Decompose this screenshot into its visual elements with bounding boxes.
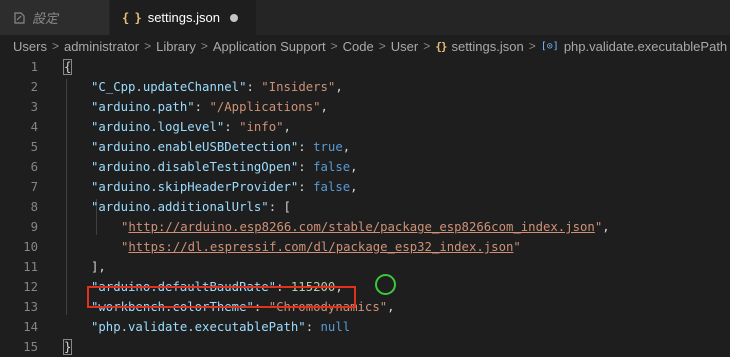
code-line: 7 "arduino.skipHeaderProvider": false,	[0, 177, 730, 197]
url-link[interactable]: http://arduino.esp8266.com/stable/packag…	[128, 220, 594, 234]
comma: ,	[320, 100, 328, 114]
open-bracket: [	[283, 200, 291, 214]
code-line: 9 "http://arduino.esp8266.com/stable/pac…	[0, 217, 730, 237]
tab-settings-ui[interactable]: 設定	[0, 0, 110, 35]
code-line: 2 "C_Cpp.updateChannel": "Insiders",	[0, 77, 730, 97]
chevron-right-icon: >	[330, 39, 338, 53]
line-number: 5	[30, 140, 38, 154]
comma: ,	[387, 300, 395, 314]
tab-settings-json[interactable]: { } settings.json	[110, 0, 256, 35]
json-key: "arduino.additionalUrls"	[91, 200, 269, 214]
code-line: 3 "arduino.path": "/Applications",	[0, 97, 730, 117]
json-value: "/Applications"	[209, 100, 321, 114]
line-number: 15	[23, 340, 38, 354]
colon: :	[305, 320, 321, 334]
colon: :	[194, 100, 210, 114]
breadcrumb-file[interactable]: settings.json	[451, 39, 523, 54]
tab-bar: 設定 { } settings.json	[0, 0, 730, 35]
comma: ,	[283, 120, 291, 134]
json-value: "info"	[239, 120, 284, 134]
close-bracket: ],	[91, 260, 106, 274]
settings-file-icon	[12, 11, 26, 25]
colon: :	[298, 180, 314, 194]
line-number: 10	[23, 240, 38, 254]
line-number: 9	[30, 220, 38, 234]
json-value: null	[320, 320, 351, 334]
colon: :	[268, 200, 284, 214]
comma: ,	[602, 220, 610, 234]
line-number: 14	[23, 320, 38, 334]
breadcrumb-item[interactable]: administrator	[64, 39, 139, 54]
line-number: 2	[30, 80, 38, 94]
code-line: 6 "arduino.disableTestingOpen": false,	[0, 157, 730, 177]
breadcrumb: Users > administrator > Library > Applic…	[0, 35, 730, 57]
line-number: 4	[30, 120, 38, 134]
chevron-right-icon: >	[51, 39, 59, 53]
json-key: "php.validate.executablePath"	[91, 320, 306, 334]
line-number: 1	[30, 60, 38, 74]
breadcrumb-symbol[interactable]: php.validate.executablePath	[564, 39, 727, 54]
chevron-right-icon: >	[378, 39, 386, 53]
colon: :	[246, 80, 262, 94]
chevron-right-icon: >	[528, 39, 536, 53]
line-number: 8	[30, 200, 38, 214]
code-line: 10 "https://dl.espressif.com/dl/package_…	[0, 237, 730, 257]
annotation-circle	[375, 274, 396, 295]
close-brace: }	[62, 339, 73, 355]
annotation-highlight-box	[87, 286, 356, 308]
chevron-right-icon: >	[200, 39, 208, 53]
quote: "	[513, 240, 521, 254]
json-value: false	[313, 160, 351, 174]
code-line: 4 "arduino.logLevel": "info",	[0, 117, 730, 137]
line-number: 13	[23, 300, 38, 314]
line-number: 3	[30, 100, 38, 114]
chevron-right-icon: >	[144, 39, 152, 53]
property-symbol-icon: [⊙]	[540, 40, 559, 52]
breadcrumb-item[interactable]: User	[391, 39, 418, 54]
colon: :	[224, 120, 240, 134]
chevron-right-icon: >	[423, 39, 431, 53]
url-link[interactable]: https://dl.espressif.com/dl/package_esp3…	[128, 240, 513, 254]
line-number: 12	[23, 280, 38, 294]
json-value: false	[313, 180, 351, 194]
json-key: "C_Cpp.updateChannel"	[91, 80, 247, 94]
line-number: 7	[30, 180, 38, 194]
json-file-icon: { }	[122, 10, 142, 25]
json-file-icon: {}	[435, 39, 447, 53]
code-line: 14 "php.validate.executablePath": null	[0, 317, 730, 337]
breadcrumb-item[interactable]: Code	[343, 39, 374, 54]
comma: ,	[342, 140, 351, 154]
json-key: "arduino.disableTestingOpen"	[91, 160, 299, 174]
open-brace: {	[62, 59, 73, 75]
json-key: "arduino.enableUSBDetection"	[91, 140, 299, 154]
json-value: "Insiders"	[261, 80, 336, 94]
code-line: 11 ],	[0, 257, 730, 277]
colon: :	[298, 160, 314, 174]
breadcrumb-item[interactable]: Application Support	[213, 39, 326, 54]
comma: ,	[350, 180, 358, 194]
comma: ,	[335, 80, 343, 94]
line-number: 6	[30, 160, 38, 174]
tab-label: settings.json	[147, 10, 220, 25]
json-key: "arduino.skipHeaderProvider"	[91, 180, 299, 194]
code-line: 15 }	[0, 337, 730, 357]
unsaved-dot-icon[interactable]	[229, 13, 238, 22]
json-value: true	[313, 140, 343, 154]
code-line: 1 {	[0, 57, 730, 77]
colon: :	[298, 140, 314, 154]
line-number: 11	[23, 260, 38, 274]
breadcrumb-item[interactable]: Library	[156, 39, 196, 54]
json-key: "arduino.path"	[91, 100, 195, 114]
tab-label: 設定	[32, 11, 59, 26]
comma: ,	[350, 160, 358, 174]
code-line: 8 "arduino.additionalUrls": [	[0, 197, 730, 217]
breadcrumb-item[interactable]: Users	[13, 39, 47, 54]
json-key: "arduino.logLevel"	[91, 120, 225, 134]
code-line: 5 "arduino.enableUSBDetection": true,	[0, 137, 730, 157]
